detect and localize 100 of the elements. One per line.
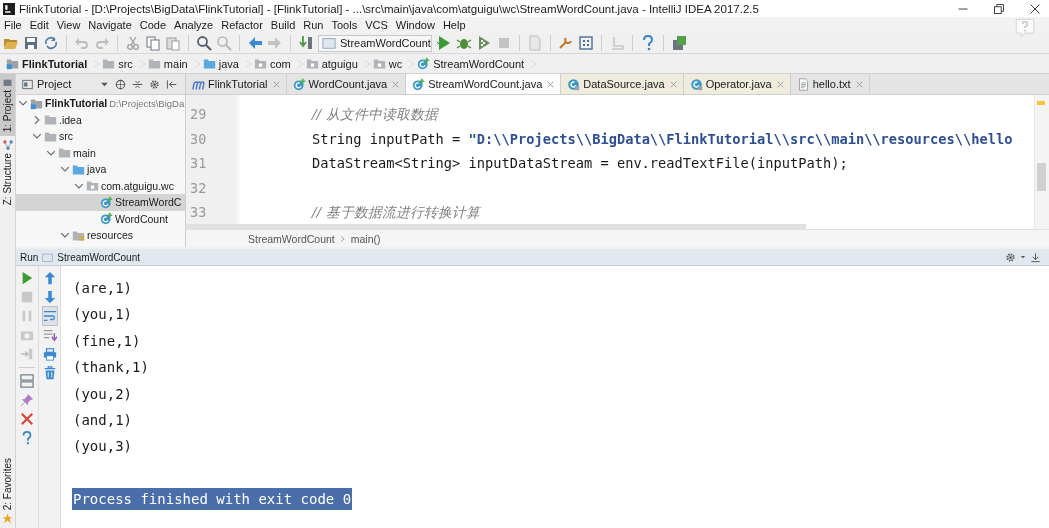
- hide-icon[interactable]: [166, 78, 177, 90]
- breadcrumb-item[interactable]: atguigu: [303, 57, 364, 70]
- forward-icon[interactable]: [267, 35, 283, 51]
- wrench-icon[interactable]: [558, 35, 574, 51]
- tree-item[interactable]: StreamWordC: [16, 194, 185, 211]
- code-line: // 基于数据流进行转换计算: [312, 203, 483, 222]
- line-number: 31: [189, 154, 208, 173]
- menu-item[interactable]: View: [52, 19, 85, 31]
- save-icon[interactable]: [23, 35, 39, 51]
- soft-wrap-icon[interactable]: [42, 309, 57, 323]
- breadcrumb-item[interactable]: FlinkTutorial: [4, 57, 94, 70]
- help-icon[interactable]: [640, 35, 656, 51]
- scrollbar-thumb[interactable]: [1037, 163, 1046, 191]
- menu-item[interactable]: Help: [438, 19, 470, 31]
- console-line: (you,3): [72, 437, 133, 457]
- menu-item[interactable]: Refactor: [217, 19, 267, 31]
- print-icon[interactable]: [42, 347, 57, 361]
- coverage-icon[interactable]: [476, 35, 492, 51]
- config-icon: [322, 36, 336, 50]
- folder-icon: [202, 57, 216, 70]
- console-line: (are,1): [72, 279, 133, 298]
- breadcrumb-item[interactable]: StreamWordCount: [415, 57, 531, 70]
- folder-icon: [372, 57, 386, 70]
- code-line: String inputPath = "D:\\Projects\\BigData\\FlinkTutorial\\src\\main\\resources\\hello: [312, 129, 1014, 149]
- breadcrumb-item[interactable]: java: [200, 57, 245, 70]
- tree-item[interactable]: src: [16, 128, 185, 145]
- down-arrow-icon[interactable]: [42, 290, 57, 304]
- tool-window-tab[interactable]: 2: Favorites: [0, 453, 15, 528]
- folder-icon: [72, 162, 85, 176]
- trash-icon[interactable]: [42, 366, 57, 380]
- settings-icon[interactable]: [149, 78, 160, 90]
- tree-item[interactable]: FlinkTutorial D:\Projects\BigDa: [16, 95, 185, 112]
- run-tab[interactable]: StreamWordCount: [57, 251, 140, 263]
- settings-icon[interactable]: [1005, 251, 1016, 263]
- plugin-icon[interactable]: [671, 35, 687, 51]
- help-icon[interactable]: [20, 431, 34, 445]
- breadcrumb-item[interactable]: main: [145, 57, 194, 70]
- search-icon[interactable]: [196, 35, 212, 51]
- line-number: 29: [189, 105, 208, 124]
- folder-icon: [86, 179, 99, 193]
- scrollbar-thumb[interactable]: [186, 224, 806, 229]
- paste-icon[interactable]: [165, 35, 181, 51]
- breadcrumb-item[interactable]: src: [100, 57, 139, 70]
- breadcrumb-item[interactable]: StreamWordCount: [248, 232, 335, 245]
- console-line: (thank,1): [72, 358, 150, 378]
- scroll-end-icon[interactable]: [42, 328, 57, 342]
- build-icon[interactable]: [298, 35, 314, 51]
- collapse-icon[interactable]: [132, 78, 143, 90]
- menu-item[interactable]: Build: [266, 19, 300, 31]
- class-icon: [412, 77, 426, 91]
- copy-icon[interactable]: [145, 35, 161, 51]
- text-file-icon: [796, 77, 810, 91]
- star-icon: [2, 513, 13, 524]
- tool-window-tab[interactable]: 1: Project: [0, 74, 15, 137]
- pin-icon[interactable]: [20, 393, 34, 407]
- restore-icon[interactable]: [993, 2, 1005, 15]
- editor-tab[interactable]: FlinkTutorial: [186, 74, 287, 94]
- editor-tab[interactable]: StreamWordCount.java: [406, 74, 562, 94]
- back-icon[interactable]: [247, 35, 263, 51]
- chevron-icon: [339, 234, 346, 243]
- menu-item[interactable]: Code: [135, 19, 171, 31]
- class-icon: [567, 77, 581, 91]
- hide-icon[interactable]: [1030, 251, 1041, 263]
- editor-tab[interactable]: hello.txt: [790, 74, 870, 94]
- editor-tab[interactable]: DataSource.java: [561, 74, 684, 94]
- tree-item[interactable]: resources: [16, 227, 185, 244]
- tree-item[interactable]: java: [16, 161, 185, 178]
- tree-item[interactable]: com.atguigu.wc: [16, 177, 185, 194]
- menu-item[interactable]: Analyze: [170, 19, 218, 31]
- caret-icon[interactable]: [1020, 254, 1026, 260]
- breadcrumb-item[interactable]: main(): [350, 232, 381, 245]
- locate-icon[interactable]: [115, 78, 126, 90]
- run-icon[interactable]: [436, 35, 452, 51]
- close-icon[interactable]: [1029, 2, 1041, 15]
- breadcrumb-item[interactable]: wc: [370, 57, 409, 70]
- layout-icon[interactable]: [20, 374, 34, 388]
- folder-icon: [147, 57, 161, 70]
- menu-item[interactable]: File: [0, 19, 26, 31]
- modules-icon[interactable]: [578, 35, 594, 51]
- redo-icon[interactable]: [94, 35, 110, 51]
- run-icon[interactable]: [20, 271, 34, 285]
- tree-item[interactable]: main: [16, 144, 185, 161]
- structure-icon: [2, 140, 13, 151]
- exit-icon[interactable]: [20, 347, 34, 361]
- tree-item[interactable]: WordCount: [16, 210, 185, 227]
- class-icon: [689, 77, 703, 91]
- sync-icon[interactable]: [43, 35, 59, 51]
- tree-item[interactable]: .idea: [16, 111, 185, 128]
- menu-item[interactable]: Navigate: [84, 19, 136, 31]
- menu-item[interactable]: Tools: [327, 19, 362, 31]
- up-arrow-icon[interactable]: [42, 271, 57, 285]
- menu-item[interactable]: VCS: [361, 19, 392, 31]
- cut-icon[interactable]: [125, 35, 141, 51]
- tool-window-tab[interactable]: Z: Structure: [0, 136, 15, 210]
- line-number: 33: [189, 203, 208, 222]
- menu-item[interactable]: Edit: [25, 19, 53, 31]
- menu-item[interactable]: Window: [391, 19, 439, 31]
- editor-tab[interactable]: Operator.java: [683, 74, 791, 94]
- breadcrumb-item[interactable]: com: [251, 57, 297, 70]
- menu-item[interactable]: Run: [299, 19, 328, 31]
